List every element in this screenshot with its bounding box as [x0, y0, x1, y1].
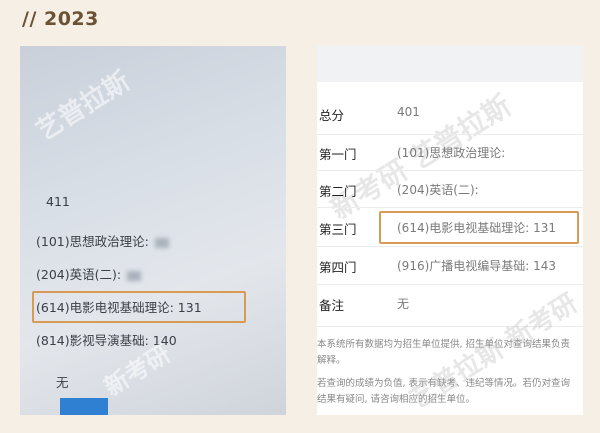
row-value: (916)广播电视编导基础: 143 [397, 259, 557, 273]
remark-row: 备注 无 [317, 286, 583, 322]
subject-row-highlighted: (614)电影电视基础理论: 131 [36, 297, 202, 316]
notice-text: 若查询的成绩为负值, 表示有缺考、违纪等情况。若仍对查询结果有疑问, 请咨询相应… [317, 378, 571, 405]
score-photo-left: 艺普拉斯 411 (101)思想政治理论: (204)英语(二): (614)电… [20, 46, 286, 415]
watermark: 艺普拉斯 [31, 66, 136, 147]
total-score-value: 411 [46, 194, 70, 209]
subject-label: (614)电影电视基础理论: 131 [36, 300, 202, 315]
subject-row: 第四门 (916)广播电视编导基础: 143 [317, 248, 583, 284]
row-label: 第三门 [319, 222, 357, 237]
divider [317, 207, 583, 208]
blurred-score [127, 270, 142, 281]
row-label: 第二门 [319, 184, 357, 199]
row-value: 401 [397, 105, 420, 119]
row-label: 第四门 [319, 260, 357, 275]
year-title: // 2023 [22, 8, 99, 30]
subject-row: (204)英语(二): [36, 264, 142, 283]
subject-label: (814)影视导演基础: 140 [36, 333, 177, 348]
remark-value: 无 [56, 375, 69, 390]
subject-row: (101)思想政治理论: [36, 231, 169, 250]
return-button[interactable] [60, 398, 108, 415]
subject-row: 第一门 (101)思想政治理论: [317, 135, 583, 171]
score-screenshot-right: 新考研 艺普拉斯 总分 401 第一门 (101)思想政治理论: 第二门 (20… [317, 46, 583, 415]
row-value: (614)电影电视基础理论: 131 [397, 221, 557, 235]
top-area [317, 46, 583, 82]
row-value: (204)英语(二): [397, 183, 479, 197]
subject-label: (204)英语(二): [36, 267, 122, 282]
row-label: 总分 [319, 108, 345, 123]
divider [317, 284, 583, 285]
divider [317, 170, 583, 171]
divider [317, 246, 583, 247]
notice-text: 本系统所有数据均为招生单位提供, 招生单位对查询结果负责解释。 [317, 339, 571, 366]
subject-label: (101)思想政治理论: [36, 234, 149, 249]
subject-row: (814)影视导演基础: 140 [36, 330, 177, 349]
total-row: 总分 401 [317, 96, 583, 132]
subject-row: 第二门 (204)英语(二): [317, 172, 583, 208]
subject-row-highlighted: 第三门 (614)电影电视基础理论: 131 [317, 210, 583, 246]
blurred-score [154, 237, 169, 248]
divider [317, 326, 583, 327]
row-value: (101)思想政治理论: [397, 146, 506, 160]
row-label: 备注 [319, 298, 345, 313]
row-label: 第一门 [319, 147, 357, 162]
row-value: 无 [397, 297, 410, 311]
